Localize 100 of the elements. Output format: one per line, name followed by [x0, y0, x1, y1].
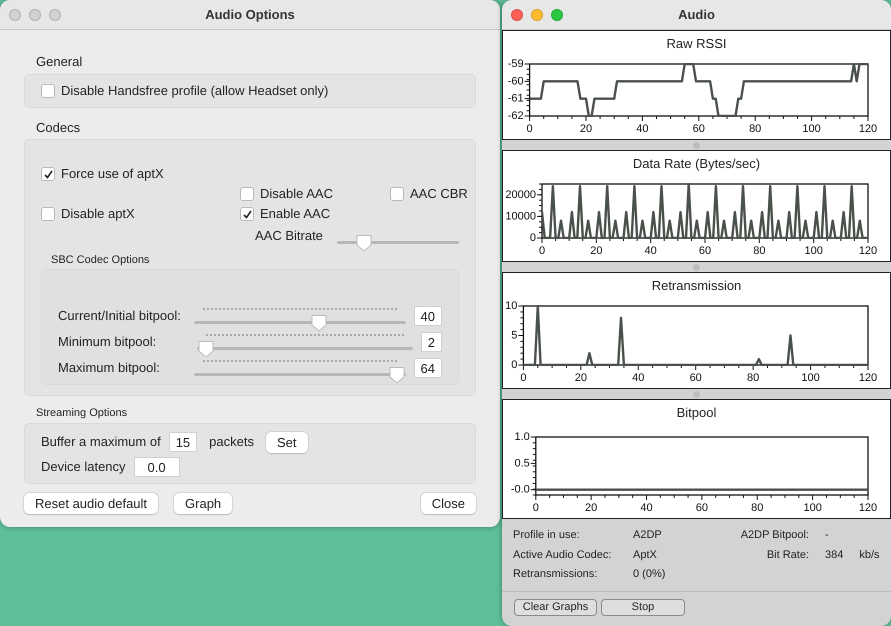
tick-label: -0.0 — [510, 483, 530, 496]
splitter-handle[interactable] — [693, 142, 700, 148]
tick-label: 0 — [530, 232, 536, 244]
slider-label: Minimum bitpool: — [58, 332, 158, 351]
tick-label: 60 — [690, 372, 702, 384]
stat-unit: kb/s — [859, 548, 880, 562]
splitter-handle[interactable] — [693, 264, 700, 270]
graph-button[interactable]: Graph — [174, 492, 232, 514]
checkbox[interactable] — [240, 207, 254, 221]
slider-track[interactable] — [196, 340, 413, 358]
chart-title: Bitpool — [676, 404, 718, 422]
tick-label: 20 — [580, 122, 592, 134]
tick-label: 80 — [749, 122, 762, 134]
field-label: packets — [209, 433, 254, 452]
tick-label: 1.0 — [514, 430, 530, 442]
tick-label: -61 — [508, 92, 524, 104]
set-button[interactable]: Set — [266, 432, 308, 452]
chart-title: Data Rate (Bytes/sec) — [632, 155, 762, 173]
slider-thumb[interactable] — [388, 366, 406, 384]
tick-label: 0.5 — [514, 456, 530, 469]
tick-label: 120 — [858, 502, 878, 514]
tick-label: 20 — [574, 372, 587, 384]
reset-button[interactable]: Reset audio default — [24, 492, 158, 514]
tick-label: 120 — [858, 122, 878, 134]
minimize-button[interactable] — [29, 9, 41, 21]
close-button[interactable] — [511, 9, 523, 21]
slider-label: Current/Initial bitpool: — [58, 306, 182, 325]
section-heading: Streaming Options — [36, 406, 128, 421]
tick-label: 10 — [505, 300, 518, 312]
chart-title: Retransmission — [650, 277, 742, 295]
tick-label: 0 — [520, 372, 526, 384]
checkbox[interactable] — [41, 207, 55, 221]
stat-label: A2DP Bitpool: — [740, 528, 810, 543]
tick-label: 40 — [644, 244, 657, 256]
tick-label: 120 — [858, 244, 878, 256]
stat-value: A2DP — [633, 528, 663, 543]
checkbox[interactable] — [41, 167, 55, 181]
field-label: Device latency — [41, 458, 126, 476]
checkbox-label: Disable aptX — [61, 205, 135, 224]
slider-label: AAC Bitrate — [255, 227, 323, 245]
text-field[interactable]: 0.0 — [134, 456, 180, 476]
stop-button[interactable]: Stop — [601, 598, 685, 616]
checkbox[interactable] — [240, 187, 254, 201]
number-field[interactable]: 2 — [420, 332, 442, 352]
section-heading: General — [35, 53, 84, 71]
field-label: Buffer a maximum of — [41, 433, 161, 452]
zoom-button[interactable] — [551, 9, 563, 21]
tick-label: 80 — [747, 372, 760, 384]
tick-label: -59 — [508, 58, 524, 70]
checkbox-label: Disable Handsfree profile (allow Headset only) — [61, 82, 328, 100]
stat-label: Active Audio Codec: — [513, 548, 612, 562]
tick-label: 20 — [585, 502, 598, 514]
stat-value: 0 (0%) — [633, 567, 666, 582]
tick-label: 100 — [803, 502, 822, 514]
section-heading: SBC Codec Options — [51, 252, 150, 268]
window-title: Audio Options — [205, 6, 295, 24]
slider-thumb[interactable] — [310, 314, 328, 332]
slider-track[interactable] — [194, 314, 406, 332]
checkbox[interactable] — [41, 84, 55, 98]
slider-label: Maximum bitpool: — [58, 358, 161, 377]
stat-value: 384 — [825, 548, 844, 562]
tick-label: 120 — [858, 372, 878, 384]
tick-label: 80 — [753, 244, 766, 256]
window-title: Audio — [678, 6, 715, 24]
section-heading: Codecs — [35, 118, 82, 136]
tick-label: 40 — [640, 502, 653, 514]
tick-label: 0 — [532, 502, 539, 514]
slider-track[interactable] — [194, 366, 406, 384]
tick-label: 5 — [511, 329, 518, 341]
checkbox-label: Force use of aptX — [61, 165, 164, 184]
slider-thumb[interactable] — [354, 234, 373, 252]
minimize-button[interactable] — [531, 9, 543, 21]
number-field[interactable]: 64 — [414, 358, 442, 378]
slider-track[interactable] — [336, 234, 459, 252]
splitter-handle[interactable] — [693, 390, 700, 398]
close-button[interactable]: Close — [420, 492, 476, 514]
zoom-button[interactable] — [49, 9, 61, 21]
tick-label: 0 — [511, 358, 518, 370]
tick-label: 80 — [751, 502, 764, 514]
tick-label: 40 — [632, 372, 644, 384]
tick-label: 0 — [526, 122, 533, 134]
tick-label: 10000 — [505, 210, 536, 222]
stat-value: - — [825, 528, 829, 543]
clear-button[interactable]: Clear Graphs — [514, 598, 597, 616]
tick-label: 0 — [538, 244, 546, 256]
tick-label: 60 — [696, 502, 708, 514]
stat-label: Profile in use: — [513, 528, 581, 543]
tick-label: 60 — [698, 244, 712, 256]
tick-label: 40 — [636, 122, 649, 134]
checkbox-label: Disable AAC — [260, 185, 333, 204]
checkbox-label: Enable AAC — [260, 205, 330, 224]
tick-label: 20000 — [505, 188, 536, 200]
stat-label: Retransmissions: — [513, 567, 598, 582]
close-button[interactable] — [9, 9, 21, 21]
slider-thumb[interactable] — [196, 340, 215, 358]
stat-value: AptX — [633, 548, 658, 562]
tick-label: -60 — [508, 74, 524, 87]
number-field[interactable]: 15 — [168, 432, 198, 452]
number-field[interactable]: 40 — [414, 306, 442, 326]
checkbox[interactable] — [390, 187, 404, 201]
